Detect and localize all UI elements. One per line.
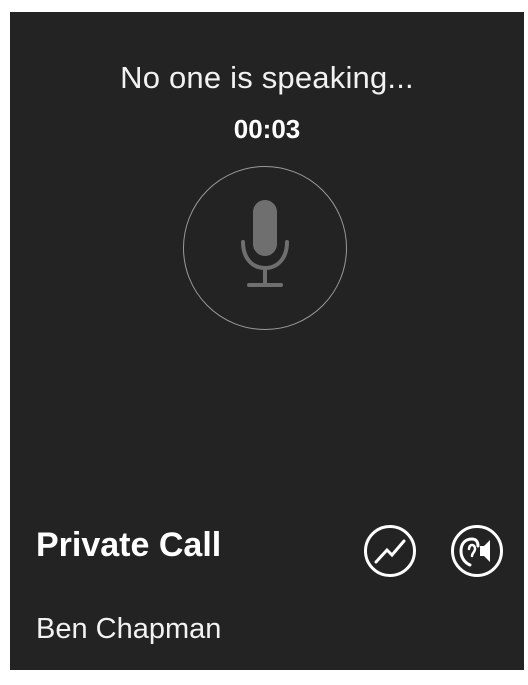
signal-graph-icon bbox=[364, 525, 416, 577]
push-to-talk-button[interactable] bbox=[183, 166, 347, 330]
speaker-button[interactable] bbox=[450, 524, 504, 578]
call-type-label: Private Call bbox=[36, 526, 222, 564]
caller-name: Ben Chapman bbox=[36, 613, 222, 645]
call-screen: No one is speaking... 00:03 Private Call… bbox=[10, 12, 524, 670]
microphone-icon bbox=[241, 200, 289, 287]
earpiece-speaker-icon bbox=[451, 525, 503, 577]
signal-button[interactable] bbox=[363, 524, 417, 578]
call-timer: 00:03 bbox=[233, 114, 301, 144]
speaking-status: No one is speaking... bbox=[120, 60, 414, 95]
